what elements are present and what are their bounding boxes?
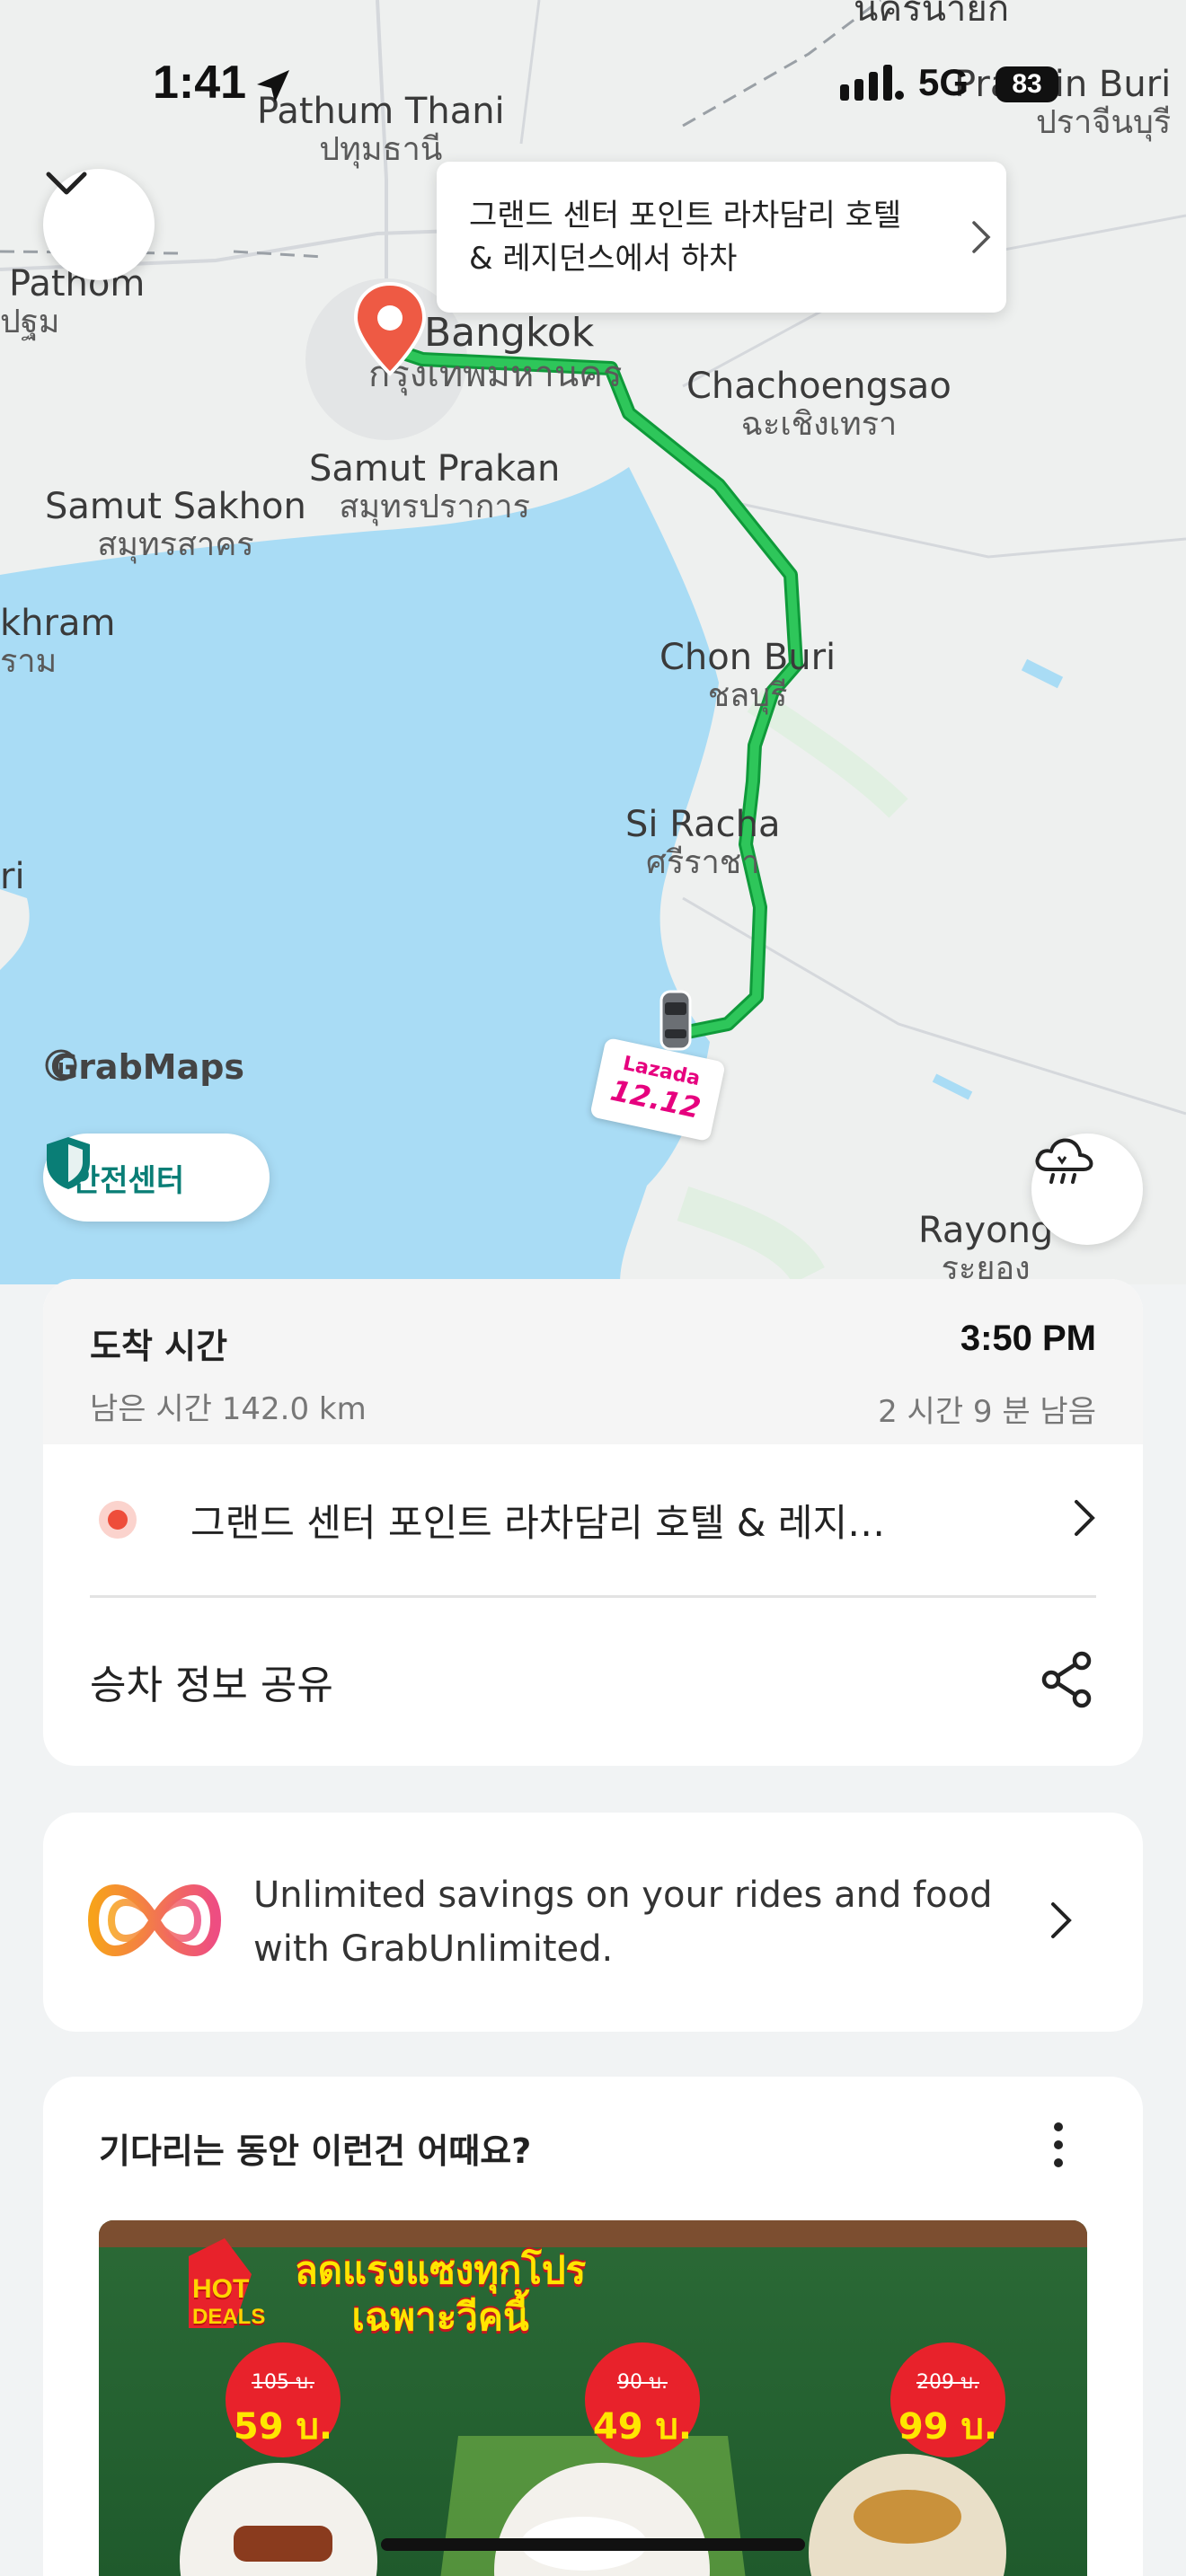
destination-row[interactable]: 그랜드 센터 포인트 라차담리 호텔 & 레지…: [43, 1444, 1143, 1595]
offer-price-3: 209 บ. 99 บ.: [898, 2371, 998, 2448]
hot-deals-label: HOT DEALS: [192, 2274, 266, 2329]
map-label: khram ราม: [0, 603, 116, 680]
chevron-right-icon: [1049, 1901, 1073, 1944]
destination-text: 그랜드 센터 포인트 라차담리 호텔 & 레지…: [190, 1500, 886, 1545]
route-map[interactable]: นครนายก Pathum Thani ปทุมธานี Prachin Bur…: [0, 0, 1186, 1284]
banner-headline: ลดแรงแซงทุกโปร เฉพาะวีคนี้: [295, 2247, 586, 2341]
chevron-right-icon: [1073, 1498, 1096, 1541]
battery-icon: 83: [996, 66, 1058, 102]
more-options-icon[interactable]: [1053, 2122, 1064, 2172]
eta-time: 3:50 PM: [960, 1319, 1096, 1358]
share-icon: [1039, 1650, 1096, 1713]
ride-tracking-screen: นครนายก Pathum Thani ปทุมธานี Prachin Bur…: [0, 0, 1186, 2576]
promo-banner[interactable]: HOT DEALS ลดแรงแซงทุกโปร เฉพาะวีคนี้ 105…: [99, 2220, 1087, 2576]
home-indicator[interactable]: [381, 2538, 805, 2551]
map-label: Si Racha ศรีราชา: [625, 804, 781, 881]
dropoff-tooltip[interactable]: 그랜드 센터 포인트 라차담리 호텔 & 레지던스에서 하차: [437, 162, 1006, 313]
dropoff-tooltip-text: 그랜드 센터 포인트 라차담리 호텔 & 레지던스에서 하차: [469, 198, 902, 277]
suggestion-title: 기다리는 동안 이런건 어때요?: [99, 2131, 532, 2171]
map-label: Rayong ระยอง: [918, 1210, 1054, 1284]
map-label: Samut Sakhon สมุทรสาคร: [45, 486, 306, 563]
suggestion-card: 기다리는 동안 이런건 어때요? HOT DEALS ลดแรงแซงทุกโป…: [43, 2077, 1143, 2576]
share-ride-row[interactable]: 승차 정보 공유: [43, 1598, 1143, 1765]
grabmaps-logo: GrabMaps: [50, 1047, 245, 1087]
eta-label: 도착 시간: [90, 1327, 228, 1366]
banner-headline-1: ลดแรงแซงทุกโปร: [295, 2248, 587, 2292]
offer-price-1: 105 บ. 59 บ.: [233, 2371, 333, 2448]
map-label: Pathom ปฐม: [0, 263, 146, 340]
map-attribution[interactable]: GrabMaps: [43, 1047, 244, 1087]
grab-unlimited-card[interactable]: Unlimited savings on your rides and food…: [43, 1813, 1143, 2032]
map-label: Samut Prakan สมุทรปราการ: [309, 448, 561, 525]
collapse-map-button[interactable]: [43, 169, 155, 280]
offer-price-2: 90 บ. 49 บ.: [592, 2371, 693, 2448]
map-label: ri: [0, 856, 25, 897]
map-label: Prachin Buri ปราจีนบุรี: [954, 64, 1172, 141]
map-label: นครนายก: [854, 0, 1010, 30]
network-type: 5G: [918, 61, 969, 103]
safety-center-button[interactable]: 안전센터: [43, 1134, 270, 1222]
map-label: Chachoengsao ฉะเชิงเทรา: [686, 366, 951, 443]
destination-dot-icon: [99, 1501, 137, 1539]
map-label: Chon Buri ชลบุรี: [659, 637, 836, 714]
eta-remaining: 2 시간 9 분 남음: [878, 1394, 1096, 1430]
banner-headline-2: เฉพาะวีคนี้: [351, 2295, 529, 2339]
unlimited-logo-icon: [87, 1879, 222, 1965]
eta-header: 도착 시간 남은 시간 142.0 km 3:50 PM 2 시간 9 분 남음: [43, 1279, 1143, 1444]
weather-button[interactable]: [1031, 1134, 1143, 1245]
trip-info-card: 도착 시간 남은 시간 142.0 km 3:50 PM 2 시간 9 분 남음…: [43, 1279, 1143, 1766]
share-ride-label: 승차 정보 공유: [90, 1663, 333, 1708]
unlimited-text: Unlimited savings on your rides and food…: [253, 1875, 993, 1970]
status-time: 1:41: [153, 57, 247, 109]
